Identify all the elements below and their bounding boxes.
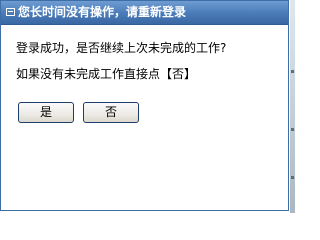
dialog-message: 登录成功，是否继续上次未完成的工作?	[16, 41, 227, 55]
yes-button[interactable]: 是	[18, 102, 74, 123]
relogin-dialog: 您长时间没有操作，请重新登录 登录成功，是否继续上次未完成的工作? 如果没有未完…	[0, 0, 289, 211]
window-icon	[6, 8, 15, 16]
background-marker	[291, 128, 294, 131]
background-marker	[291, 70, 294, 73]
dialog-titlebar[interactable]: 您长时间没有操作，请重新登录	[1, 1, 288, 25]
no-button[interactable]: 否	[83, 102, 139, 123]
dialog-title: 您长时间没有操作，请重新登录	[18, 5, 187, 19]
dialog-hint: 如果没有未完成工作直接点【否】	[16, 67, 197, 81]
background-marker	[291, 176, 294, 179]
background-page-strip	[290, 0, 295, 213]
